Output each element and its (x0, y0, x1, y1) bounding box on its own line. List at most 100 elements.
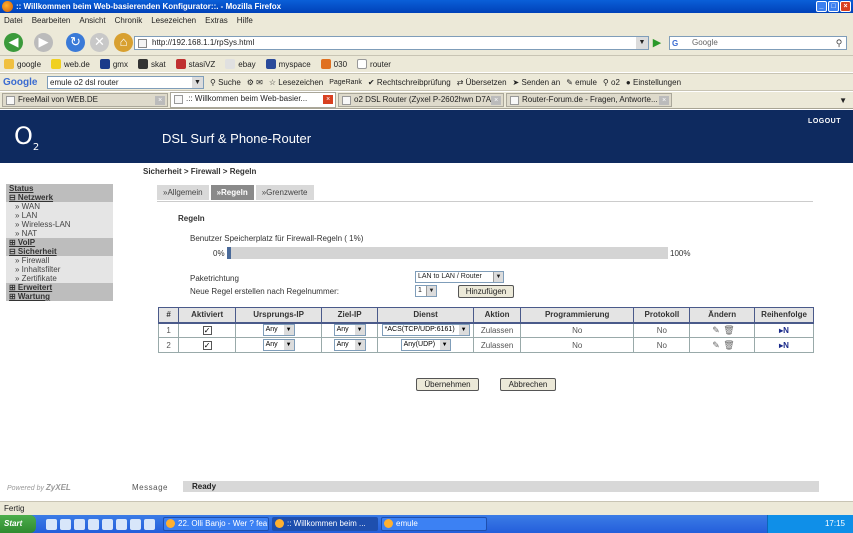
move-rule-icon[interactable]: ▸N (779, 326, 789, 335)
tab-freemail[interactable]: FreeMail von WEB.DE × (2, 93, 168, 107)
direction-select[interactable]: LAN to LAN / Router ▼ (415, 271, 504, 283)
taskbar-item-music[interactable]: 22. Olli Banjo - Wer ? fea... (163, 517, 269, 531)
google-o2-button[interactable]: ⚲ o2 (603, 78, 620, 87)
maximize-button[interactable]: □ (828, 1, 839, 12)
delete-icon[interactable]: 🗑 (723, 325, 734, 335)
cancel-button[interactable]: Abbrechen (500, 378, 556, 391)
edit-icon[interactable]: ✎ (711, 340, 721, 350)
menu-chronik[interactable]: Chronik (115, 16, 143, 25)
close-button[interactable]: × (840, 1, 851, 12)
sidebar-item-wan[interactable]: » WAN (6, 202, 113, 211)
dst-ip-select[interactable]: Any ▼ (333, 324, 366, 337)
menu-extras[interactable]: Extras (205, 16, 228, 25)
close-tab-icon[interactable]: × (155, 96, 165, 105)
tab-router-config[interactable]: .:: Willkommen beim Web-basier... × (170, 92, 336, 108)
google-tools-icons[interactable]: ⚙ ✉ (247, 78, 263, 87)
sidebar-item-wartung[interactable]: ⊞ Wartung (6, 292, 113, 301)
quicklaunch-icon[interactable] (116, 518, 127, 530)
bookmark-gmx[interactable]: gmx (99, 59, 128, 69)
bookmark-stasivz[interactable]: stasiVZ (175, 59, 215, 69)
tab-regeln[interactable]: »Regeln (210, 185, 254, 200)
logout-link[interactable]: LOGOUT (808, 118, 841, 125)
back-icon[interactable]: ◀ (4, 33, 23, 52)
chevron-down-icon[interactable]: ▼ (283, 340, 294, 350)
chevron-down-icon[interactable]: ▼ (493, 272, 503, 282)
apply-button[interactable]: Übernehmen (416, 378, 479, 391)
forward-icon[interactable]: ▶ (34, 33, 53, 52)
sidebar-item-erweitert[interactable]: ⊞ Erweitert (6, 283, 113, 292)
home-icon[interactable]: ⌂ (114, 33, 133, 52)
chevron-down-icon[interactable]: ▼ (439, 340, 450, 350)
quicklaunch-icon[interactable] (130, 518, 141, 530)
delete-icon[interactable]: 🗑 (723, 340, 734, 350)
bookmark-myspace[interactable]: myspace (265, 59, 311, 69)
google-search-engine-icon[interactable]: G (672, 38, 678, 50)
menu-ansicht[interactable]: Ansicht (79, 16, 105, 25)
sidebar-item-lan[interactable]: » LAN (6, 211, 113, 220)
google-emule-button[interactable]: ✎ emule (566, 78, 597, 87)
quicklaunch-icon[interactable] (60, 518, 71, 530)
chevron-down-icon[interactable]: ▼ (354, 325, 365, 336)
sidebar-item-status[interactable]: Status (6, 184, 113, 193)
menu-hilfe[interactable]: Hilfe (237, 16, 253, 25)
close-tab-icon[interactable]: × (659, 96, 669, 105)
tab-list-chevron-icon[interactable]: ▼ (839, 96, 847, 105)
dst-ip-select[interactable]: Any ▼ (333, 339, 366, 351)
sidebar-item-nat[interactable]: » NAT (6, 229, 113, 238)
rule-active-checkbox[interactable]: ✓ (202, 340, 212, 350)
src-ip-select[interactable]: Any ▼ (262, 324, 295, 337)
sidebar-item-firewall[interactable]: » Firewall (6, 256, 113, 265)
go-icon[interactable]: ▶ (650, 36, 664, 50)
bookmark-ebay[interactable]: ebay (225, 59, 256, 69)
bookmark-google[interactable]: google (4, 59, 41, 69)
quicklaunch-icon[interactable] (88, 518, 99, 530)
tab-grenzwerte[interactable]: »Grenzwerte (255, 185, 314, 200)
edit-icon[interactable]: ✎ (711, 325, 721, 335)
url-bar[interactable]: http://192.168.1.1/rpSys.html ▼ (134, 36, 649, 50)
add-rule-button[interactable]: Hinzufügen (458, 285, 514, 298)
quicklaunch-icon[interactable] (74, 518, 85, 530)
taskbar-item-emule[interactable]: emule (381, 517, 487, 531)
spellcheck-button[interactable]: ✔ Rechtschreibprüfung (368, 78, 451, 87)
tab-router-forum[interactable]: Router-Forum.de - Fragen, Antworte... × (506, 93, 672, 107)
rule-active-checkbox[interactable]: ✓ (202, 325, 212, 335)
sidebar-item-netzwerk[interactable]: ⊟ Netzwerk (6, 193, 113, 202)
service-select[interactable]: *ACS(TCP/UDP:6161) ▼ (381, 324, 470, 337)
move-rule-icon[interactable]: ▸N (779, 341, 789, 350)
google-bookmarks-button[interactable]: ☆ Lesezeichen (269, 78, 323, 87)
google-settings-button[interactable]: ● Einstellungen (626, 78, 681, 87)
search-box[interactable]: G Google ⚲ (669, 36, 847, 50)
search-icon[interactable]: ⚲ (833, 37, 845, 49)
tab-allgemein[interactable]: »Allgemein (157, 185, 209, 200)
chevron-down-icon[interactable]: ▼ (354, 340, 365, 350)
quicklaunch-icon[interactable] (102, 518, 113, 530)
sidebar-item-sicherheit[interactable]: ⊟ Sicherheit (6, 247, 113, 256)
rule-number-select[interactable]: 1 ▼ (415, 285, 437, 297)
url-history-dropdown[interactable]: ▼ (636, 37, 648, 49)
translate-button[interactable]: ⇄ Übersetzen (457, 78, 507, 87)
google-search-button[interactable]: ⚲ Suche (210, 78, 241, 87)
reload-icon[interactable]: ↻ (66, 33, 85, 52)
menu-lesezeichen[interactable]: Lesezeichen (151, 16, 196, 25)
bookmark-router[interactable]: router (357, 59, 391, 69)
stop-icon[interactable]: ✕ (90, 33, 109, 52)
menu-bearbeiten[interactable]: Bearbeiten (32, 16, 71, 25)
menu-datei[interactable]: Datei (4, 16, 23, 25)
bookmark-skat[interactable]: skat (137, 59, 166, 69)
sidebar-item-voip[interactable]: ⊞ VoIP (6, 238, 113, 247)
sidebar-item-zertifikate[interactable]: » Zertifikate (6, 274, 113, 283)
quicklaunch-icon[interactable] (46, 518, 57, 530)
google-toolbar-logo[interactable]: Google (3, 77, 41, 88)
sidebar-item-inhaltsfilter[interactable]: » Inhaltsfilter (6, 265, 113, 274)
src-ip-select[interactable]: Any ▼ (262, 339, 295, 351)
close-tab-icon[interactable]: × (491, 96, 501, 105)
start-button[interactable]: Start (0, 515, 36, 533)
tab-o2-dsl-router[interactable]: o2 DSL Router (Zyxel P-2602hwn D7A... × (338, 93, 504, 107)
minimize-button[interactable]: _ (816, 1, 827, 12)
service-select[interactable]: Any(UDP) ▼ (400, 339, 451, 351)
taskbar-item-firefox[interactable]: :: Willkommen beim ... (272, 517, 378, 531)
chevron-down-icon[interactable]: ▼ (283, 325, 294, 336)
chevron-down-icon[interactable]: ▼ (458, 325, 469, 336)
close-tab-icon[interactable]: × (323, 95, 333, 104)
quicklaunch-icon[interactable] (144, 518, 155, 530)
